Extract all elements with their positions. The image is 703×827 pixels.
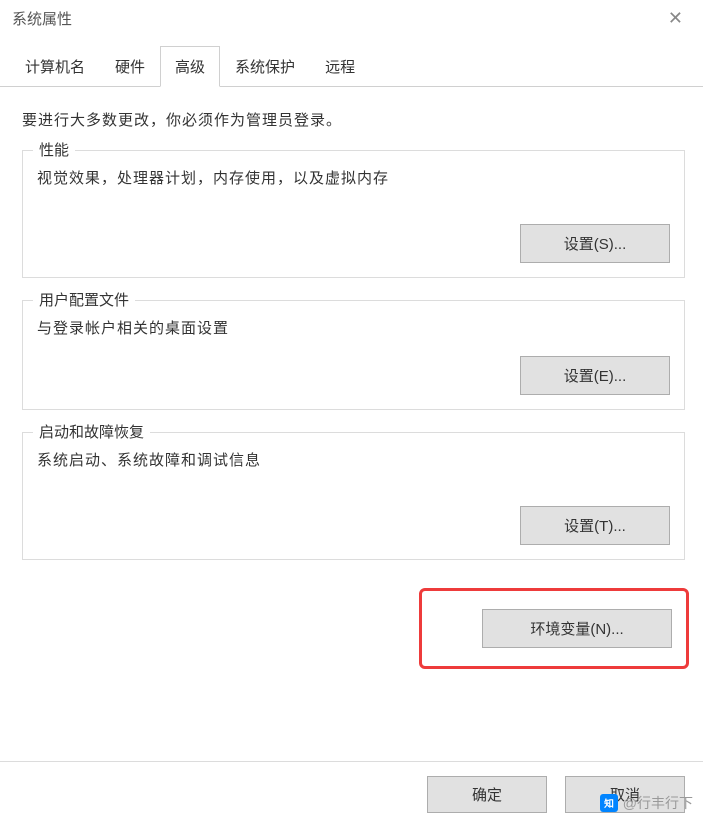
title-bar: 系统属性 ✕ <box>0 0 703 37</box>
ok-button[interactable]: 确定 <box>427 776 547 813</box>
cancel-button[interactable]: 取消 <box>565 776 685 813</box>
startup-legend: 启动和故障恢复 <box>33 421 150 442</box>
startup-recovery-group: 启动和故障恢复 系统启动、系统故障和调试信息 设置(T)... <box>22 432 685 560</box>
performance-legend: 性能 <box>33 139 75 160</box>
highlight-box: 环境变量(N)... <box>419 588 689 669</box>
user-profiles-settings-button[interactable]: 设置(E)... <box>520 356 670 395</box>
close-icon[interactable]: ✕ <box>660 8 691 29</box>
tab-hardware[interactable]: 硬件 <box>100 46 160 87</box>
content-area: 要进行大多数更改，你必须作为管理员登录。 性能 视觉效果，处理器计划，内存使用，… <box>0 87 703 679</box>
performance-group: 性能 视觉效果，处理器计划，内存使用，以及虚拟内存 设置(S)... <box>22 150 685 278</box>
environment-variables-button[interactable]: 环境变量(N)... <box>482 609 672 648</box>
tab-advanced[interactable]: 高级 <box>160 46 220 87</box>
performance-settings-button[interactable]: 设置(S)... <box>520 224 670 263</box>
performance-desc: 视觉效果，处理器计划，内存使用，以及虚拟内存 <box>37 167 670 188</box>
tab-computer-name[interactable]: 计算机名 <box>10 46 100 87</box>
user-profiles-legend: 用户配置文件 <box>33 289 135 310</box>
tab-remote[interactable]: 远程 <box>310 46 370 87</box>
startup-settings-button[interactable]: 设置(T)... <box>520 506 670 545</box>
user-profiles-desc: 与登录帐户相关的桌面设置 <box>37 317 670 338</box>
tab-system-protection[interactable]: 系统保护 <box>220 46 310 87</box>
tabs-row: 计算机名 硬件 高级 系统保护 远程 <box>0 45 703 87</box>
window-title: 系统属性 <box>12 8 72 29</box>
user-profiles-group: 用户配置文件 与登录帐户相关的桌面设置 设置(E)... <box>22 300 685 410</box>
bottom-bar: 确定 取消 <box>0 761 703 827</box>
admin-notice: 要进行大多数更改，你必须作为管理员登录。 <box>22 109 685 130</box>
startup-desc: 系统启动、系统故障和调试信息 <box>37 449 670 470</box>
